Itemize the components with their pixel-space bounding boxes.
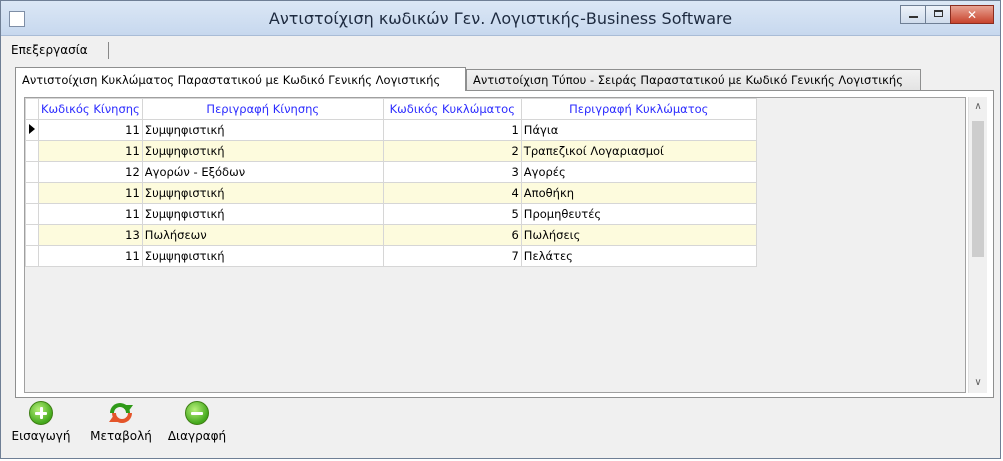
close-icon: ✕ [966,8,978,22]
table-row[interactable]: 12 Αγορών - Εξόδων 3 Αγορές [25,161,757,183]
scrollbar-thumb[interactable] [972,121,984,257]
table-row[interactable]: 13 Πωλήσεων 6 Πωλήσεις [25,224,757,246]
column-header-circuit-code[interactable]: Κωδικός Κυκλώματος [382,98,522,120]
current-row-indicator [25,119,39,141]
table-row[interactable]: 11 Συμψηφιστική 1 Πάγια [25,119,757,141]
cell-move-desc[interactable]: Συμψηφιστική [141,140,384,162]
cell-move-desc[interactable]: Συμψηφιστική [141,245,384,267]
cell-circuit-desc[interactable]: Τραπεζικοί Λογαριασμοί [520,140,757,162]
menu-item-edit[interactable]: Επεξεργασία [11,43,88,57]
table-row[interactable]: 11 Συμψηφιστική 4 Αποθήκη [25,182,757,204]
row-selector[interactable] [25,224,39,246]
table-row[interactable]: 11 Συμψηφιστική 2 Τραπεζικοί Λογαριασμοί [25,140,757,162]
cell-circuit-code[interactable]: 6 [382,224,522,246]
cell-move-desc[interactable]: Αγορών - Εξόδων [141,161,384,183]
row-pointer-icon [29,124,35,134]
cell-circuit-code[interactable]: 1 [382,119,522,141]
row-selector-header [25,98,39,120]
cell-move-code[interactable]: 11 [38,119,143,141]
insert-label: Εισαγωγή [11,429,71,443]
column-header-circuit-desc[interactable]: Περιγραφή Κυκλώματος [520,98,757,120]
grid-table: Κωδικός Κίνησης Περιγραφή Κίνησης Κωδικό… [25,98,757,267]
cell-circuit-code[interactable]: 7 [382,245,522,267]
cell-move-desc[interactable]: Πωλήσεων [141,224,384,246]
title-bar[interactable]: Αντιστοίχιση κωδικών Γεν. Λογιστικής-Bus… [1,1,1000,36]
tab-circuit-mapping[interactable]: Αντιστοίχιση Κυκλώματος Παραστατικού με … [15,67,466,91]
column-header-move-code[interactable]: Κωδικός Κίνησης [38,98,143,120]
row-selector[interactable] [25,161,39,183]
tab-panel: Κωδικός Κίνησης Περιγραφή Κίνησης Κωδικό… [15,90,994,398]
row-selector[interactable] [25,245,39,267]
cell-circuit-desc[interactable]: Προμηθευτές [520,203,757,225]
delete-label: Διαγραφή [167,429,227,443]
close-button[interactable]: ✕ [950,5,994,24]
cell-move-desc[interactable]: Συμψηφιστική [141,203,384,225]
delete-button[interactable]: Διαγραφή [165,399,229,443]
minus-circle-icon [185,401,209,425]
maximize-button[interactable] [925,5,951,24]
row-selector[interactable] [25,203,39,225]
scroll-up-icon[interactable]: ∧ [969,99,987,115]
cell-circuit-code[interactable]: 4 [382,182,522,204]
row-selector[interactable] [25,182,39,204]
cell-move-code[interactable]: 11 [38,140,143,162]
cell-move-code[interactable]: 13 [38,224,143,246]
minimize-icon [909,16,918,18]
table-row[interactable]: 11 Συμψηφιστική 5 Προμηθευτές [25,203,757,225]
cell-circuit-desc[interactable]: Πελάτες [520,245,757,267]
cell-circuit-desc[interactable]: Πάγια [520,119,757,141]
data-grid[interactable]: Κωδικός Κίνησης Περιγραφή Κίνησης Κωδικό… [24,97,966,393]
window-title: Αντιστοίχιση κωδικών Γεν. Λογιστικής-Bus… [268,9,733,28]
scroll-down-icon[interactable]: ∨ [969,375,987,391]
cell-circuit-desc[interactable]: Αποθήκη [520,182,757,204]
row-selector[interactable] [25,140,39,162]
tab-type-series-mapping[interactable]: Αντιστοίχιση Τύπου - Σειράς Παραστατικού… [466,69,921,91]
refresh-icon [109,401,133,425]
edit-button[interactable]: Μεταβολή [89,399,153,443]
minimize-button[interactable] [900,5,926,24]
plus-circle-icon [29,401,53,425]
cell-circuit-desc[interactable]: Αγορές [520,161,757,183]
insert-button[interactable]: Εισαγωγή [9,399,73,443]
cell-move-desc[interactable]: Συμψηφιστική [141,119,384,141]
menu-separator [108,42,109,59]
vertical-scrollbar[interactable]: ∧ ∨ [968,97,987,393]
column-header-move-desc[interactable]: Περιγραφή Κίνησης [141,98,384,120]
cell-circuit-code[interactable]: 2 [382,140,522,162]
main-window: Αντιστοίχιση κωδικών Γεν. Λογιστικής-Bus… [0,0,1001,459]
grid-header-row: Κωδικός Κίνησης Περιγραφή Κίνησης Κωδικό… [25,98,757,120]
cell-move-code[interactable]: 11 [38,203,143,225]
cell-move-code[interactable]: 11 [38,182,143,204]
window-controls: ✕ [900,5,994,24]
cell-move-code[interactable]: 12 [38,161,143,183]
cell-move-code[interactable]: 11 [38,245,143,267]
cell-move-desc[interactable]: Συμψηφιστική [141,182,384,204]
cell-circuit-code[interactable]: 3 [382,161,522,183]
table-row[interactable]: 11 Συμψηφιστική 7 Πελάτες [25,245,757,267]
edit-label: Μεταβολή [90,429,152,443]
cell-circuit-desc[interactable]: Πωλήσεις [520,224,757,246]
maximize-icon [934,10,943,17]
cell-circuit-code[interactable]: 5 [382,203,522,225]
